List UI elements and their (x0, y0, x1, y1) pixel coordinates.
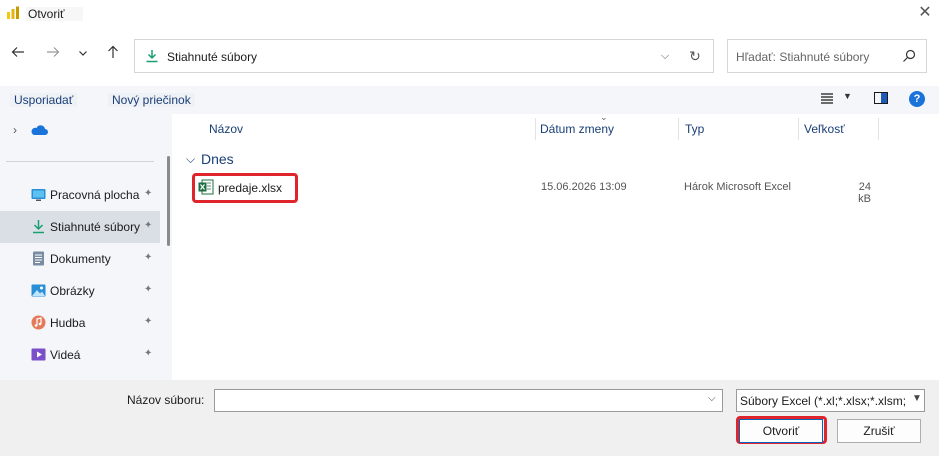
forward-button[interactable] (42, 44, 64, 66)
chevron-down-icon (79, 51, 87, 56)
onedrive-cloud-icon[interactable] (30, 124, 48, 136)
filename-combobox[interactable]: ⌵ (214, 389, 723, 412)
file-size: 24 kB (858, 181, 871, 205)
file-date: 15.06.2026 13:09 (541, 181, 627, 193)
file-list: Názov ⌄ Dátum zmeny Typ Veľkosť ⌵ Dnes p… (176, 112, 939, 380)
command-toolbar: Usporiadať Nový priečinok ▼ ? (0, 86, 939, 114)
navigation-pane: › Pracovná plocha ✦ Stiahnuté súbory ✦ D… (0, 114, 172, 380)
powerbi-app-icon (7, 6, 19, 19)
dialog-footer: Názov súboru: ⌵ Súbory Excel (*.xl;*.xls… (0, 380, 939, 456)
sidebar-item-label: Hudba (50, 316, 86, 330)
pin-icon[interactable]: ✦ (144, 348, 154, 360)
download-icon (146, 50, 158, 63)
recent-locations-button[interactable] (72, 44, 94, 66)
pin-icon[interactable]: ✦ (144, 220, 154, 232)
pin-icon[interactable]: ✦ (144, 188, 154, 200)
pictures-icon (31, 284, 46, 297)
sidebar-item-desktop[interactable]: Pracovná plocha ✦ (0, 179, 160, 211)
cancel-button[interactable]: Zrušiť (837, 419, 921, 443)
sidebar-item-videos[interactable]: Videá ✦ (0, 339, 160, 371)
sidebar-item-downloads[interactable]: Stiahnuté súbory ✦ (0, 211, 160, 243)
column-separator[interactable] (878, 118, 879, 140)
address-dropdown-icon[interactable]: ⌵ (656, 47, 674, 65)
pin-icon[interactable]: ✦ (144, 252, 154, 264)
file-row[interactable]: predaje.xlsx 15.06.2026 13:09 Hárok Micr… (176, 172, 939, 205)
view-options-icon[interactable] (820, 91, 834, 105)
search-input[interactable] (736, 48, 896, 66)
title-bar: Otvoriť ✕ (0, 0, 939, 28)
sidebar-scrollbar[interactable] (167, 156, 170, 246)
column-separator[interactable] (535, 118, 536, 140)
chevron-right-icon[interactable]: › (8, 123, 22, 137)
column-separator[interactable] (678, 118, 679, 140)
search-box[interactable] (727, 39, 927, 73)
close-icon[interactable]: ✕ (916, 4, 934, 22)
arrow-left-icon (11, 47, 24, 57)
filename-input[interactable] (219, 393, 699, 409)
sidebar-item-label: Videá (50, 348, 81, 362)
help-icon[interactable]: ? (909, 91, 925, 107)
file-name: predaje.xlsx (218, 181, 283, 195)
preview-pane-icon[interactable] (874, 92, 888, 104)
address-path: Stiahnuté súbory (167, 50, 258, 64)
organize-button[interactable]: Usporiadať (10, 93, 78, 107)
music-icon (31, 315, 46, 330)
sidebar-item-label: Pracovná plocha (50, 188, 140, 202)
column-header-name[interactable]: Názov (209, 122, 243, 136)
file-type-filter-value: Súbory Excel (*.xl;*.xlsx;*.xlsm; (740, 394, 907, 408)
column-separator[interactable] (798, 118, 799, 140)
sidebar-item-label: Dokumenty (50, 252, 111, 266)
chevron-down-icon[interactable]: ⌵ (708, 393, 716, 404)
file-type: Hárok Microsoft Excel (684, 181, 791, 193)
sidebar-item-documents[interactable]: Dokumenty ✦ (0, 243, 160, 275)
back-button[interactable] (7, 44, 29, 66)
sidebar-item-label: Obrázky (50, 284, 95, 298)
dropdown-arrow-icon[interactable]: ▼ (911, 393, 923, 404)
window-title: Otvoriť (26, 7, 83, 21)
open-button[interactable]: Otvoriť (739, 419, 823, 443)
view-dropdown-icon[interactable]: ▼ (843, 91, 852, 101)
sidebar-item-label: Stiahnuté súbory (50, 220, 141, 234)
sidebar-item-music[interactable]: Hudba ✦ (0, 307, 160, 339)
arrow-right-icon (47, 47, 60, 57)
search-icon[interactable] (902, 49, 916, 63)
column-header-date[interactable]: Dátum zmeny (540, 122, 614, 136)
video-icon (31, 348, 46, 361)
arrow-up-icon (108, 45, 118, 58)
column-header-type[interactable]: Typ (685, 122, 704, 136)
address-bar[interactable]: Stiahnuté súbory ⌵ ↻ (134, 39, 714, 73)
pin-icon[interactable]: ✦ (144, 316, 154, 328)
document-icon (33, 251, 44, 266)
new-folder-button[interactable]: Nový priečinok (108, 93, 195, 107)
filename-label: Názov súboru: (127, 393, 205, 407)
group-header[interactable]: Dnes (201, 151, 234, 167)
refresh-icon[interactable]: ↻ (686, 47, 704, 65)
sidebar-divider (6, 161, 154, 162)
sidebar-item-pictures[interactable]: Obrázky ✦ (0, 275, 160, 307)
column-header-size[interactable]: Veľkosť (804, 122, 845, 136)
group-collapse-icon[interactable]: ⌵ (186, 152, 195, 167)
file-type-filter[interactable]: Súbory Excel (*.xl;*.xlsx;*.xlsm; ▼ (736, 389, 925, 412)
download-icon (33, 220, 44, 234)
up-button[interactable] (102, 44, 124, 66)
desktop-icon (31, 189, 46, 201)
excel-file-icon (198, 179, 214, 195)
pin-icon[interactable]: ✦ (144, 284, 154, 296)
